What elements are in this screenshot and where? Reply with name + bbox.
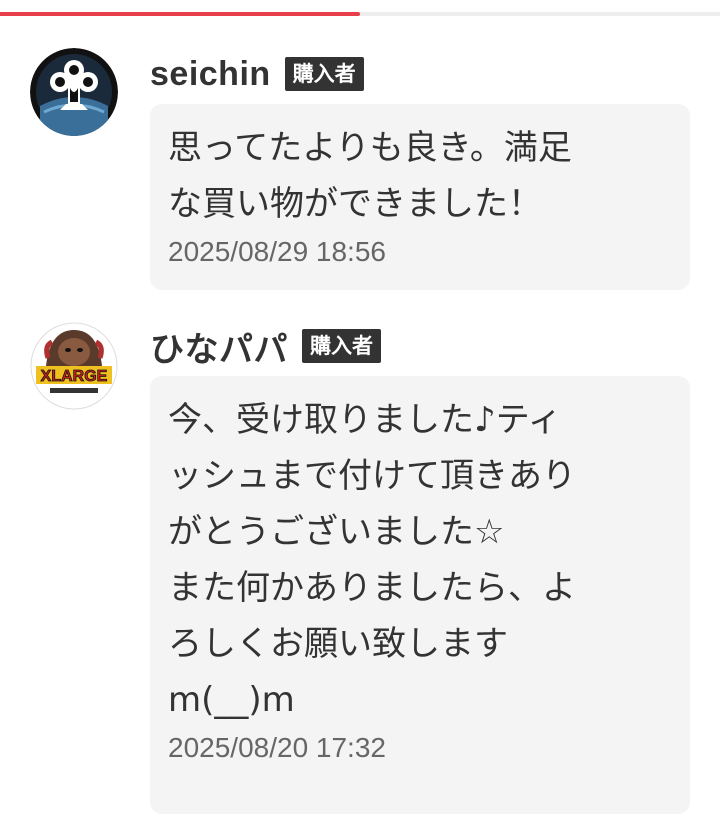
crest-logo-icon xyxy=(30,48,118,136)
user-avatar[interactable] xyxy=(30,48,118,136)
review-timestamp: 2025/08/29 18:56 xyxy=(168,236,386,267)
reviewer-name-row: seichin 購入者 xyxy=(150,54,364,94)
review-bubble: 思ってたよりも良き。満足 な買い物ができました！ 2025/08/29 18:5… xyxy=(150,104,690,290)
review-bubble: 今、受け取りました♪ティ ッシュまで付けて頂きあり がとうございました☆ また何… xyxy=(150,376,690,814)
svg-text:XLARGE: XLARGE xyxy=(41,368,108,385)
review-timestamp: 2025/08/20 17:32 xyxy=(168,732,386,763)
loading-progress-bar xyxy=(0,12,720,16)
buyer-badge: 購入者 xyxy=(302,329,381,363)
review-comment: 今、受け取りました♪ティ ッシュまで付けて頂きあり がとうございました☆ また何… xyxy=(168,400,576,720)
buyer-badge: 購入者 xyxy=(284,57,364,91)
reviewer-name[interactable]: ひなパパ xyxy=(150,322,288,371)
xlarge-gorilla-logo-icon: XLARGE xyxy=(30,322,118,410)
review-comment: 思ってたよりも良き。満足 な買い物ができました！ xyxy=(168,128,572,224)
reviewer-name[interactable]: seichin xyxy=(150,55,271,94)
user-avatar[interactable]: XLARGE xyxy=(30,322,118,410)
loading-progress-fill xyxy=(0,12,360,16)
reviewer-name-row: ひなパパ 購入者 xyxy=(150,326,381,369)
